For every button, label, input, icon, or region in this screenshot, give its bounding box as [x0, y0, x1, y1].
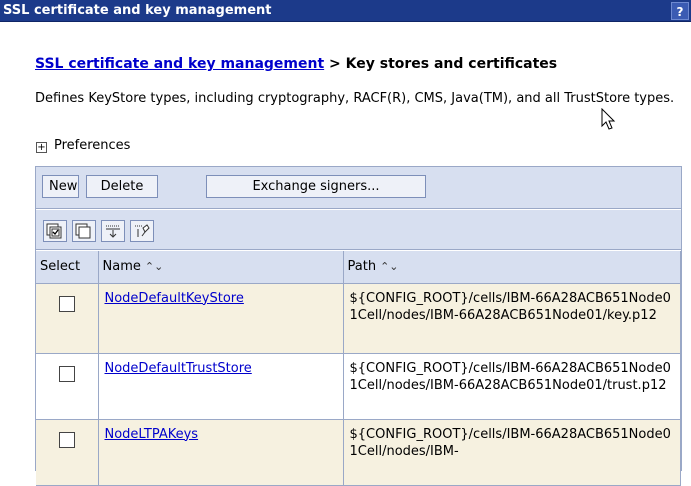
path-cell: ${CONFIG_ROOT}/cells/IBM-66A28ACB651Node… [343, 353, 681, 420]
name-cell: NodeLTPAKeys [98, 419, 344, 486]
exchange-signers-button[interactable]: Exchange signers... [206, 175, 426, 198]
path-cell: ${CONFIG_ROOT}/cells/IBM-66A28ACB651Node… [343, 283, 681, 354]
table-row: NodeDefaultTrustStore ${CONFIG_ROOT}/cel… [36, 353, 681, 420]
help-icon[interactable]: ? [671, 2, 689, 20]
row-checkbox[interactable] [58, 431, 75, 448]
select-cell [36, 283, 99, 354]
sort-icon[interactable]: ⌃⌄ [145, 260, 163, 273]
column-header-name-label: Name [102, 259, 141, 275]
name-cell: NodeDefaultTrustStore [98, 353, 344, 420]
table-row: NodeLTPAKeys ${CONFIG_ROOT}/cells/IBM-66… [36, 419, 681, 486]
column-header-path-label: Path [347, 259, 377, 275]
delete-button[interactable]: Delete [86, 175, 158, 198]
clear-filter-icon[interactable] [130, 220, 154, 242]
page-description: Defines KeyStore types, including crypto… [35, 91, 675, 106]
keystore-link[interactable]: NodeDefaultKeyStore [105, 291, 244, 306]
breadcrumb: SSL certificate and key management > Key… [35, 56, 557, 72]
show-filter-icon[interactable] [101, 220, 125, 242]
breadcrumb-current: Key stores and certificates [345, 56, 558, 72]
sort-icon[interactable]: ⌃⌄ [380, 260, 398, 273]
preferences-label: Preferences [54, 138, 131, 153]
row-checkbox[interactable] [58, 295, 75, 312]
preferences-toggle[interactable]: + Preferences [36, 138, 130, 153]
deselect-all-icon[interactable] [72, 220, 96, 242]
column-header-path[interactable]: Path ⌃⌄ [343, 251, 681, 284]
table-toolbar [36, 210, 681, 250]
name-cell: NodeDefaultKeyStore [98, 283, 344, 354]
keystore-link[interactable]: NodeDefaultTrustStore [105, 361, 252, 376]
breadcrumb-separator: > [324, 56, 346, 72]
table-header-row: Select Name ⌃⌄ Path ⌃⌄ [36, 251, 681, 284]
expand-icon[interactable]: + [36, 142, 47, 153]
collection-panel: New Delete Exchange signers... Select Na… [35, 166, 682, 486]
column-header-select: Select [36, 251, 99, 284]
keystore-link[interactable]: NodeLTPAKeys [105, 427, 199, 442]
column-header-name[interactable]: Name ⌃⌄ [98, 251, 344, 284]
path-cell: ${CONFIG_ROOT}/cells/IBM-66A28ACB651Node… [343, 419, 681, 486]
select-cell [36, 419, 99, 486]
row-checkbox[interactable] [58, 365, 75, 382]
window-title: SSL certificate and key management [3, 3, 272, 18]
title-bar: SSL certificate and key management ? [0, 0, 691, 22]
keystore-table: Select Name ⌃⌄ Path ⌃⌄ NodeDefaultKeyStore… [36, 251, 681, 486]
select-cell [36, 353, 99, 420]
select-all-icon[interactable] [43, 220, 67, 242]
breadcrumb-link-ssl[interactable]: SSL certificate and key management [35, 56, 324, 72]
table-row: NodeDefaultKeyStore ${CONFIG_ROOT}/cells… [36, 283, 681, 354]
button-bar: New Delete Exchange signers... [36, 167, 681, 209]
new-button[interactable]: New [42, 175, 79, 198]
mouse-pointer-icon [601, 107, 617, 136]
